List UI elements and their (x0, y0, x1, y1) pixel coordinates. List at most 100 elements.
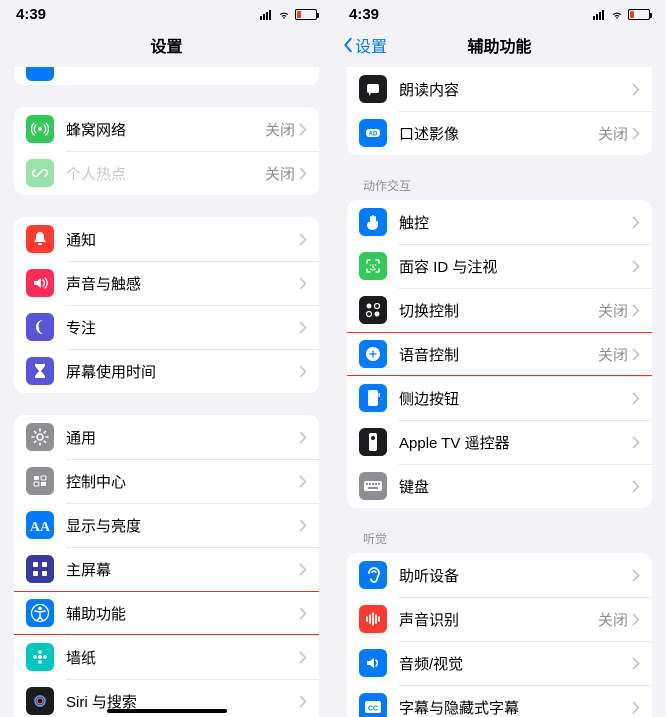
phone-right-accessibility: 4:39 设置 辅助功能 朗读内容AD口述影像关闭 动作交互 触控面容 ID 与… (333, 0, 666, 717)
group-interaction: 触控面容 ID 与注视切换控制关闭语音控制关闭侧边按钮 Apple TV 遥控器键… (347, 200, 652, 508)
row-appletv[interactable]: Apple TV 遥控器 (347, 420, 652, 464)
row-label: 蜂窝网络 (66, 119, 265, 140)
status-time: 4:39 (16, 6, 46, 23)
nav-bar: 设置 (0, 25, 333, 67)
row-cellular[interactable]: 蜂窝网络关闭 (14, 107, 319, 151)
chevron-right-icon (299, 277, 307, 290)
row-sound-recog[interactable]: 声音识别关闭 (347, 597, 652, 641)
chevron-right-icon (299, 431, 307, 444)
row-label: 通用 (66, 427, 299, 448)
group-notifications: 通知声音与触感专注屏幕使用时间 (14, 217, 319, 393)
wallpaper-icon (26, 643, 54, 671)
screentime-icon (26, 357, 54, 385)
signal-icon (593, 10, 604, 20)
chevron-right-icon (632, 216, 640, 229)
row-switch-control[interactable]: 切换控制关闭 (347, 288, 652, 332)
battery-icon (628, 9, 650, 20)
chevron-right-icon (299, 365, 307, 378)
nav-bar: 设置 辅助功能 (333, 25, 666, 67)
row-wallpaper[interactable]: 墙纸 (14, 635, 319, 679)
row-label: 切换控制 (399, 300, 598, 321)
row-label: 屏幕使用时间 (66, 361, 299, 382)
touch-icon (359, 208, 387, 236)
chevron-right-icon (299, 167, 307, 180)
chevron-right-icon (632, 348, 640, 361)
row-label: 字幕与隐藏式字幕 (399, 697, 632, 717)
chevron-right-icon (632, 701, 640, 714)
row-label: 辅助功能 (66, 603, 299, 624)
chevron-right-icon (632, 127, 640, 140)
row-voice-control[interactable]: 语音控制关闭 (347, 332, 652, 376)
accessibility-icon (26, 599, 54, 627)
svg-text:CC: CC (368, 706, 378, 713)
sound-recog-icon (359, 605, 387, 633)
chevron-right-icon (299, 123, 307, 136)
group-general: 通用控制中心AA显示与亮度主屏幕辅助功能墙纸Siri 与搜索面容 ID 与密码S… (14, 415, 319, 717)
row-homescreen[interactable]: 主屏幕 (14, 547, 319, 591)
row-sounds[interactable]: 声音与触感 (14, 261, 319, 305)
row-general[interactable]: 通用 (14, 415, 319, 459)
row-audio-desc[interactable]: AD口述影像关闭 (347, 111, 652, 155)
chevron-right-icon (632, 304, 640, 317)
wifi-icon (277, 10, 291, 20)
row-face-attention[interactable]: 面容 ID 与注视 (347, 244, 652, 288)
home-indicator[interactable] (107, 709, 227, 713)
status-indicators (260, 9, 317, 20)
row-touch[interactable]: 触控 (347, 200, 652, 244)
page-title: 辅助功能 (467, 33, 531, 57)
status-indicators (593, 9, 650, 20)
accessibility-scroll[interactable]: 朗读内容AD口述影像关闭 动作交互 触控面容 ID 与注视切换控制关闭语音控制关… (333, 67, 666, 717)
audio-visual-icon (359, 649, 387, 677)
row-spoken[interactable]: 朗读内容 (347, 67, 652, 111)
row-audio-visual[interactable]: 音频/视觉 (347, 641, 652, 685)
group-header-interaction: 动作交互 (363, 177, 652, 194)
page-title: 设置 (150, 33, 182, 57)
group-header-hearing: 听觉 (363, 530, 652, 547)
row-label: 个人热点 (66, 163, 265, 184)
chevron-right-icon (299, 475, 307, 488)
back-label: 设置 (355, 33, 387, 57)
row-value: 关闭 (265, 119, 295, 140)
row-label: 显示与亮度 (66, 515, 299, 536)
side-button-icon (359, 384, 387, 412)
subtitles-icon: CC (359, 693, 387, 717)
row-label: Apple TV 遥控器 (399, 432, 632, 453)
chevron-right-icon (632, 436, 640, 449)
chevron-right-icon (632, 83, 640, 96)
row-keyboard[interactable]: 键盘 (347, 464, 652, 508)
signal-icon (260, 10, 271, 20)
row-label: 主屏幕 (66, 559, 299, 580)
chevron-right-icon (632, 569, 640, 582)
settings-scroll[interactable]: 蜂窝网络关闭个人热点关闭 通知声音与触感专注屏幕使用时间 通用控制中心AA显示与… (0, 67, 333, 717)
back-button[interactable]: 设置 (343, 33, 387, 57)
partial-row-top[interactable] (14, 67, 319, 85)
general-icon (26, 423, 54, 451)
appletv-icon (359, 428, 387, 456)
row-hotspot[interactable]: 个人热点关闭 (14, 151, 319, 195)
group-hearing: 助听设备声音识别关闭音频/视觉 CC 字幕与隐藏式字幕 (347, 553, 652, 717)
hotspot-icon (26, 159, 54, 187)
chevron-right-icon (299, 695, 307, 708)
status-bar: 4:39 (333, 0, 666, 25)
face-attention-icon (359, 252, 387, 280)
row-subtitles[interactable]: CC 字幕与隐藏式字幕 (347, 685, 652, 717)
group-network: 蜂窝网络关闭个人热点关闭 (14, 107, 319, 195)
row-accessibility[interactable]: 辅助功能 (14, 591, 319, 635)
row-focus[interactable]: 专注 (14, 305, 319, 349)
row-screentime[interactable]: 屏幕使用时间 (14, 349, 319, 393)
row-control-center[interactable]: 控制中心 (14, 459, 319, 503)
chevron-right-icon (632, 392, 640, 405)
keyboard-icon (359, 472, 387, 500)
row-hearing[interactable]: 助听设备 (347, 553, 652, 597)
phone-left-settings: 4:39 设置 蜂窝网络关闭个人热点关闭 通知声音与触感专注屏幕使用时间 通用控… (0, 0, 333, 717)
chevron-right-icon (632, 613, 640, 626)
chevron-right-icon (632, 480, 640, 493)
row-label: 侧边按钮 (399, 388, 632, 409)
focus-icon (26, 313, 54, 341)
notifications-icon (26, 225, 54, 253)
row-notifications[interactable]: 通知 (14, 217, 319, 261)
row-side-button[interactable]: 侧边按钮 (347, 376, 652, 420)
row-display[interactable]: AA显示与亮度 (14, 503, 319, 547)
row-label: 声音识别 (399, 609, 598, 630)
control-center-icon (26, 467, 54, 495)
